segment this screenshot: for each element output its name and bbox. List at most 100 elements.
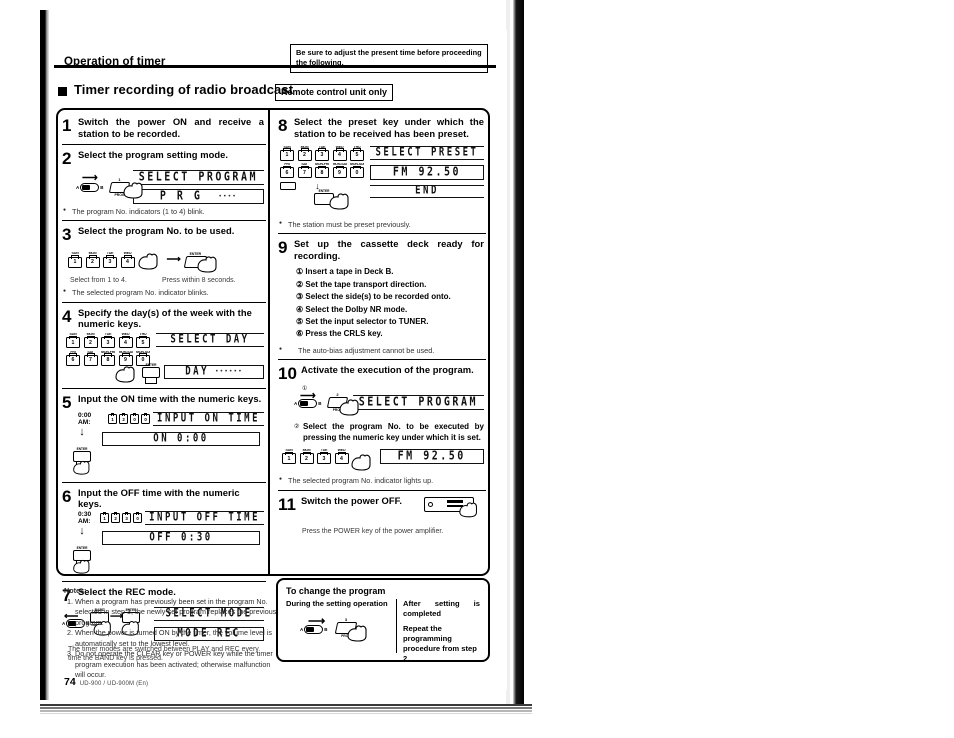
substep-marker: ⑥	[296, 329, 304, 339]
substep-item: ① Insert a tape in Deck B.	[296, 266, 484, 278]
numeric-key-row[interactable]: 1 2 0 0	[108, 412, 151, 424]
numeric-key[interactable]: 2	[119, 412, 129, 424]
key-number: 2	[83, 335, 98, 349]
key-number: 1	[66, 335, 80, 349]
scan-edge-bottom	[40, 704, 532, 716]
numeric-key-row[interactable]: SUN 1 MON 2 TUE 3 WED 4	[68, 252, 135, 268]
preset-key[interactable]: SUN 1	[280, 146, 294, 161]
numeric-key[interactable]: WED 4	[120, 252, 135, 268]
key-number: 2	[85, 255, 100, 268]
key-number: 7	[83, 353, 98, 366]
page-header: Operation of timer Be sure to adjust the…	[58, 44, 498, 76]
switch-label-a: A	[76, 184, 80, 190]
key-number: 9	[332, 165, 347, 179]
preset-key[interactable]: MON-SAT 9	[332, 163, 347, 179]
numeric-key-row[interactable]: SUN 1 MON 2 TUE 3 WED 4	[278, 449, 349, 465]
ab-selector-switch[interactable]: A B	[300, 624, 328, 634]
preset-key-grid[interactable]: SUN 1 MON 2 TUE 3 WED 4 THU 5 FRI 6 SAT 7 MON-F…	[278, 146, 364, 190]
numeric-key[interactable]: TUE 3	[317, 449, 331, 465]
blank-key[interactable]	[280, 181, 296, 190]
substep-marker: ②	[294, 424, 300, 431]
preset-key[interactable]: MON-FRI 8	[315, 163, 329, 179]
preset-key[interactable]: SAT 7	[297, 163, 312, 179]
preset-key[interactable]: TUE 3	[315, 146, 329, 161]
change-program-box: To change the program During the setting…	[276, 578, 490, 664]
day-key[interactable]: WED 4	[118, 333, 133, 349]
day-key[interactable]: THU 5	[136, 333, 150, 349]
lcd-display: SELECT PROGRAM	[352, 395, 484, 411]
key-number: 1	[68, 255, 82, 268]
key-number: 1	[108, 412, 118, 424]
lcd-display-2: ON 0:00	[102, 431, 260, 446]
numeric-key-row[interactable]: 1 2 3 0	[100, 511, 143, 524]
day-key-row-1[interactable]: SUN 1 MON 2 TUE 3 WED 4 THU 5	[66, 333, 150, 349]
lcd-display-2: FM 92.50	[379, 449, 484, 465]
step-text: Select the program No. to be used.	[78, 224, 235, 236]
day-key[interactable]: FRI 6	[66, 351, 80, 366]
change-box-right-body: Repeat the programming procedure from st…	[403, 623, 477, 664]
step-text: Specify the day(s) of the week with the …	[78, 306, 252, 330]
lcd-text: INPUT ON TIME	[157, 412, 260, 426]
step-6: 6 Input the OFF time with the numeric ke…	[60, 483, 268, 580]
preset-key[interactable]: THU 5	[350, 146, 364, 161]
numeric-key[interactable]: 3	[122, 511, 132, 524]
preset-key[interactable]: FRI 6	[280, 163, 294, 179]
step-text: Switch the power OFF.	[301, 494, 403, 506]
step-note-left: Select from 1 to 4.	[70, 276, 127, 284]
numeric-key[interactable]: 0	[133, 511, 143, 524]
ab-selector-switch[interactable]: A B	[294, 399, 322, 409]
day-key[interactable]: TUE 3	[101, 333, 115, 349]
numeric-key[interactable]: TUE 3	[103, 252, 117, 268]
day-key[interactable]: MON 2	[83, 333, 98, 349]
day-key-grid[interactable]: SUN 1 MON 2 TUE 3 WED 4 THU 5 FRI 6 SAT 7 MON-F…	[62, 333, 150, 366]
substep-item: ② Set the tape transport direction.	[296, 279, 484, 291]
lcd-display-2: FM 92.50	[370, 164, 484, 180]
enter-key[interactable]: ENTER	[142, 363, 160, 384]
day-key[interactable]: SAT 7	[83, 351, 98, 366]
lcd-text: SELECT PROGRAM	[138, 170, 258, 184]
header-note-box: Be sure to adjust the present time befor…	[290, 44, 488, 73]
numeric-key[interactable]: WED 4	[334, 449, 349, 465]
step-number: 3	[62, 224, 72, 244]
preset-key[interactable]: WED 4	[332, 146, 347, 161]
day-key[interactable]: SUN 1	[66, 333, 80, 349]
lcd-display-3: END	[370, 184, 484, 198]
model-designation: UD-900 / UD-900M (En)	[79, 681, 149, 687]
preset-key[interactable]: MON-SUN0	[350, 163, 364, 179]
change-box-title: To change the program	[286, 586, 386, 596]
key-number: 3	[317, 451, 331, 465]
lcd-display-2: P R G ••••	[132, 188, 264, 204]
step-number: 9	[278, 237, 288, 257]
numeric-key[interactable]: SUN 1	[282, 449, 296, 465]
preset-key[interactable]: MON 2	[297, 146, 312, 161]
key-number: 5	[350, 148, 364, 161]
day-key[interactable]: MON-FRI 8	[101, 351, 115, 366]
lcd-indicator-dots: ••••••	[215, 368, 243, 376]
ab-selector-switch[interactable]: A B	[76, 182, 104, 192]
substep-marker: ②	[296, 279, 304, 289]
lcd-text: FM 92.50	[392, 165, 462, 179]
preset-key-row-2[interactable]: FRI6 SAT7 MON-FRI8 MON-SAT9 MON-SUN0	[280, 163, 364, 179]
numeric-key[interactable]: 2	[111, 511, 121, 524]
numeric-key[interactable]: 0	[130, 412, 140, 424]
lcd-display: SELECT DAY	[156, 333, 264, 348]
key-number: 4	[334, 451, 349, 465]
lcd-text: END	[415, 184, 439, 198]
numeric-key[interactable]: SUN 1	[68, 252, 82, 268]
lcd-display: SELECT PRESET	[370, 145, 484, 160]
section-title: Timer recording of radio broadcast	[74, 82, 294, 97]
lcd-text: DAY	[185, 365, 210, 379]
lcd-display-2: DAY ••••••	[164, 364, 264, 379]
page-number: 74	[64, 676, 76, 688]
key-number: 6	[280, 165, 294, 179]
substep-text: Select the Dolby NR mode.	[305, 304, 408, 314]
numeric-key[interactable]: MON 2	[299, 449, 314, 465]
step-number: 11	[278, 494, 296, 514]
numeric-key[interactable]: 0	[141, 412, 151, 424]
numeric-key[interactable]: 1	[108, 412, 118, 424]
preset-key-row-1[interactable]: SUN 1 MON 2 TUE 3 WED 4 THU 5	[280, 146, 364, 161]
numeric-key[interactable]: MON 2	[85, 252, 100, 268]
numeric-key[interactable]: 1	[100, 511, 110, 524]
lcd-display: INPUT ON TIME	[153, 411, 264, 426]
step-11: 11 Switch the power OFF. Press the POWER…	[276, 491, 488, 539]
